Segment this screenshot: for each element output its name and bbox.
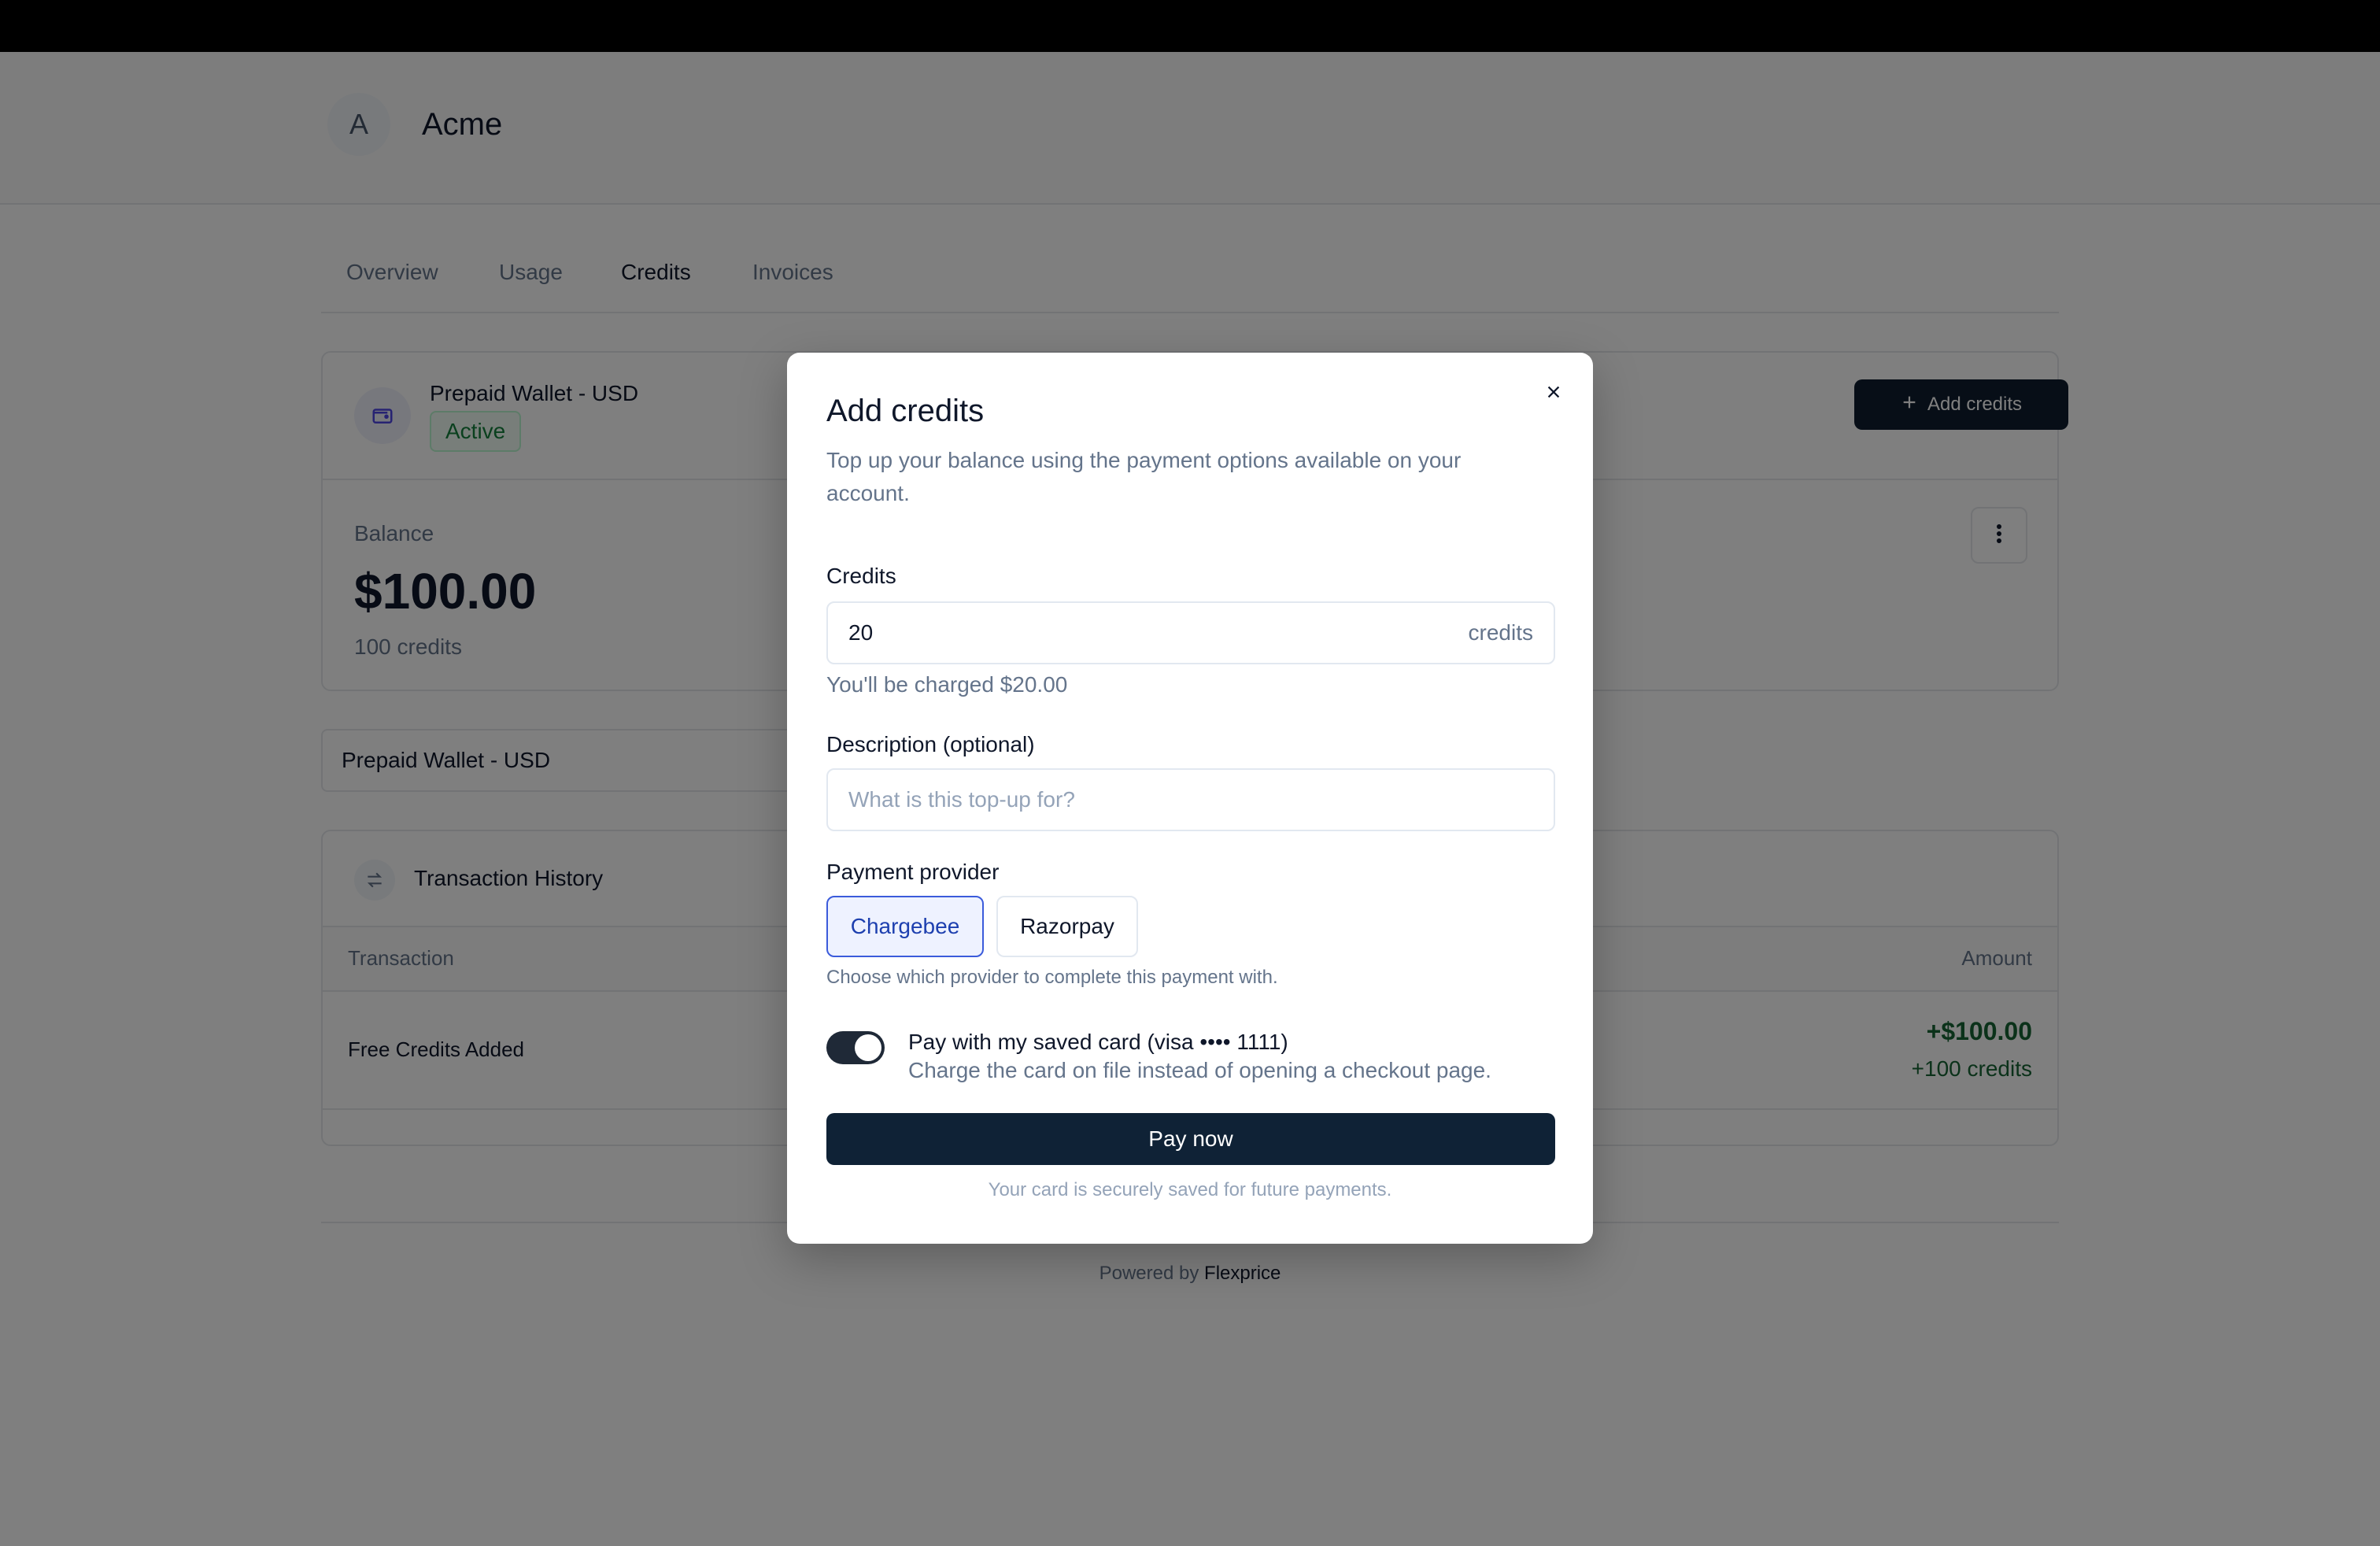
secure-note: Your card is securely saved for future p… — [988, 1179, 1392, 1200]
toggle-knob — [855, 1034, 881, 1061]
charge-hint: You'll be charged $20.00 — [826, 672, 1068, 697]
credits-input-value: 20 — [848, 620, 874, 645]
saved-card-title: Pay with my saved card (visa •••• 1111) — [908, 1030, 1288, 1054]
close-button[interactable] — [1538, 378, 1569, 409]
top-bar — [0, 0, 2380, 52]
add-credits-dialog: Add credits Top up your balance using th… — [787, 353, 1593, 1244]
credits-input-suffix: credits — [1468, 620, 1533, 645]
dialog-title: Add credits — [826, 394, 985, 428]
description-input[interactable]: What is this top-up for? — [826, 768, 1555, 831]
pay-now-button[interactable]: Pay now — [826, 1113, 1555, 1165]
provider-hint: Choose which provider to complete this p… — [826, 967, 1278, 988]
credits-label: Credits — [826, 564, 896, 588]
credits-input[interactable]: 20 credits — [826, 601, 1555, 664]
saved-card-description: Charge the card on file instead of openi… — [908, 1058, 1491, 1082]
description-input-placeholder: What is this top-up for? — [848, 787, 1075, 812]
provider-razorpay-button[interactable]: Razorpay — [996, 896, 1138, 957]
dialog-description: Top up your balance using the payment op… — [826, 448, 1462, 505]
payment-provider-label: Payment provider — [826, 860, 1000, 884]
description-label: Description (optional) — [826, 732, 1035, 756]
provider-chargebee-button[interactable]: Chargebee — [826, 896, 984, 957]
close-icon — [1545, 383, 1562, 405]
saved-card-toggle[interactable] — [826, 1031, 885, 1064]
